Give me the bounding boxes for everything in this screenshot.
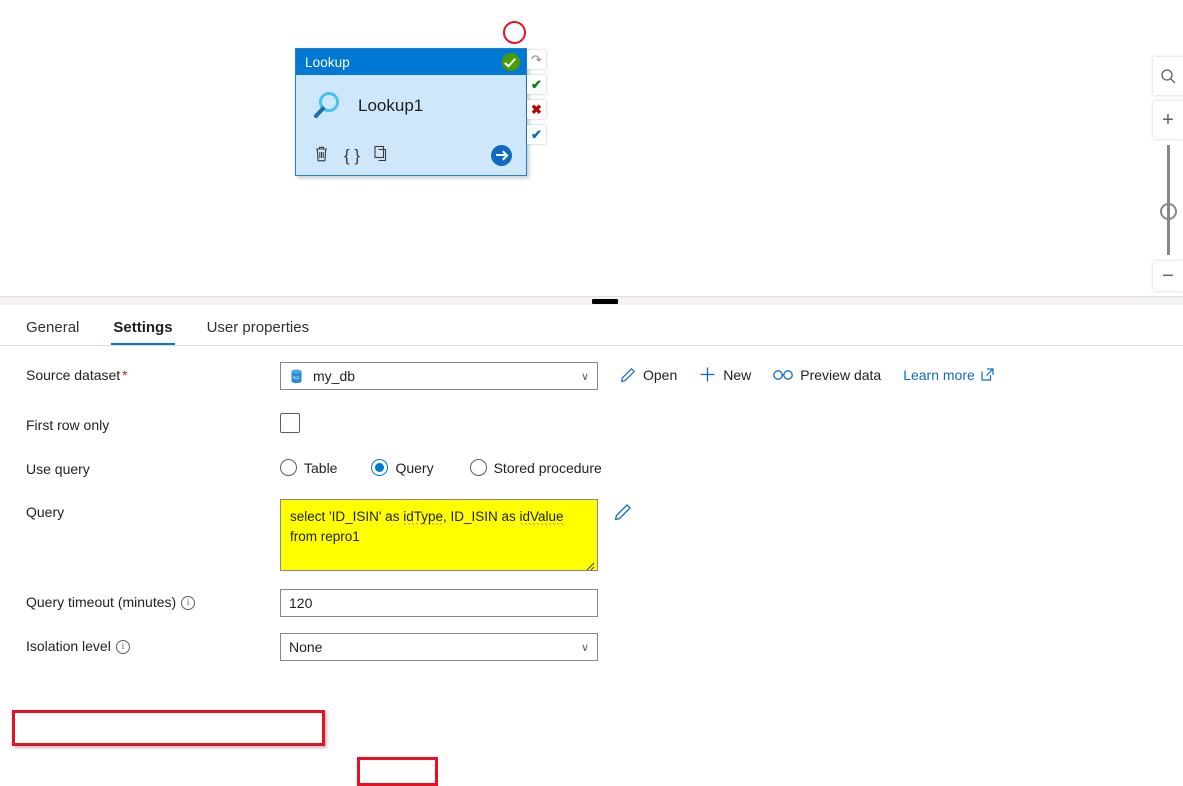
splitter-drag-handle[interactable] xyxy=(592,299,618,304)
red-rect-annotation-query-radio xyxy=(357,757,438,786)
glasses-icon xyxy=(773,368,794,381)
svg-text:SQL: SQL xyxy=(292,375,301,380)
radio-query-circle xyxy=(371,459,389,476)
plus-icon xyxy=(699,366,716,383)
tab-general[interactable]: General xyxy=(24,319,81,345)
radio-table-label: Table xyxy=(304,459,338,476)
query-label: Query xyxy=(26,504,65,520)
query-text-part1: select 'ID_ISIN' as xyxy=(290,509,404,524)
resize-grip-icon[interactable] xyxy=(584,557,595,571)
delete-activity-button[interactable] xyxy=(314,145,344,165)
source-dataset-row: Source dataset * SQL my_db ∨ Open New Pr… xyxy=(0,362,1183,390)
query-misspelled-idtype: idType xyxy=(403,509,443,525)
query-timeout-row: Query timeout (minutes) i 120 xyxy=(0,589,1183,617)
tab-user-properties[interactable]: User properties xyxy=(205,319,312,345)
query-timeout-label: Query timeout (minutes) i xyxy=(26,589,280,610)
zoom-in-button[interactable]: + xyxy=(1153,101,1183,139)
use-query-label: Use query xyxy=(26,461,90,477)
learn-more-link[interactable]: Learn more xyxy=(903,367,994,383)
radio-table[interactable]: Table xyxy=(280,459,359,476)
code-view-button[interactable]: { } xyxy=(344,147,374,164)
source-dataset-dropdown[interactable]: SQL my_db ∨ xyxy=(280,362,598,390)
activity-properties-panel: General Settings User properties Source … xyxy=(0,305,1183,786)
new-label: New xyxy=(723,366,752,383)
isolation-level-value: None xyxy=(289,639,323,655)
query-row: Query select 'ID_ISIN' as idType, ID_ISI… xyxy=(0,499,1183,571)
isolation-level-label-text: Isolation level xyxy=(26,638,111,654)
activity-dependency-buttons[interactable]: ↷ ✔ ✖ ✔ xyxy=(527,50,546,144)
radio-stored-procedure[interactable]: Stored procedure xyxy=(469,459,602,476)
query-timeout-value: 120 xyxy=(289,595,313,611)
on-completion-button[interactable]: ✔ xyxy=(527,125,546,144)
info-icon[interactable]: i xyxy=(115,640,130,654)
tab-settings[interactable]: Settings xyxy=(111,319,175,345)
preview-data-button[interactable]: Preview data xyxy=(773,367,881,383)
new-dataset-button[interactable]: New xyxy=(699,366,751,383)
isolation-level-dropdown[interactable]: None ∨ xyxy=(280,633,598,661)
red-circle-annotation xyxy=(503,21,526,44)
sql-database-icon: SQL xyxy=(289,369,304,384)
open-label: Open xyxy=(643,366,678,383)
activity-card-actions[interactable]: { } xyxy=(296,137,526,173)
source-dataset-label-text: Source dataset xyxy=(26,367,121,383)
settings-form: Source dataset * SQL my_db ∨ Open New Pr… xyxy=(0,362,1183,661)
use-query-radio-group[interactable]: Table Query Stored procedure xyxy=(280,456,608,476)
isolation-level-row: Isolation level i None ∨ xyxy=(0,633,1183,661)
on-failure-button[interactable]: ✖ xyxy=(527,100,546,119)
info-icon[interactable]: i xyxy=(181,596,196,610)
edit-query-button[interactable] xyxy=(614,499,632,526)
required-asterisk: * xyxy=(122,367,128,383)
query-timeout-label-text: Query timeout (minutes) xyxy=(26,594,177,610)
query-misspelled-idvalue: idValue xyxy=(519,509,564,525)
on-success-button[interactable]: ✔ xyxy=(527,75,546,94)
activity-type-label: Lookup xyxy=(305,54,350,70)
chevron-down-icon: ∨ xyxy=(580,641,589,654)
first-row-only-label: First row only xyxy=(26,417,110,433)
query-timeout-input[interactable]: 120 xyxy=(280,589,598,617)
open-dataset-button[interactable]: Open xyxy=(620,367,677,383)
source-dataset-value: my_db xyxy=(313,368,356,384)
pencil-icon xyxy=(620,367,636,383)
green-check-circle-icon xyxy=(502,53,520,71)
zoom-slider-track[interactable] xyxy=(1159,145,1177,255)
query-text-part2: , ID_ISIN as xyxy=(442,509,520,524)
activity-name-label: Lookup1 xyxy=(358,96,424,115)
arrow-right-button[interactable] xyxy=(491,144,512,166)
preview-data-label: Preview data xyxy=(800,366,882,383)
radio-stored-procedure-label: Stored procedure xyxy=(493,459,602,476)
lookup-activity-card[interactable]: Lookup Lookup1 { } xyxy=(295,48,527,176)
zoom-slider-thumb[interactable] xyxy=(1159,203,1177,220)
isolation-level-label: Isolation level i xyxy=(26,633,280,654)
dataset-toolbar[interactable]: Open New Preview data Learn more xyxy=(620,362,994,383)
properties-tabs[interactable]: General Settings User properties xyxy=(0,305,1183,346)
pipeline-canvas[interactable]: Lookup Lookup1 { } ↷ ✔ ✖ ✔ + − xyxy=(0,0,1183,297)
clone-activity-button[interactable] xyxy=(374,145,404,165)
first-row-only-row: First row only xyxy=(0,412,1183,433)
zoom-out-button[interactable]: − xyxy=(1153,261,1183,291)
learn-more-label: Learn more xyxy=(903,366,975,383)
radio-table-circle xyxy=(280,459,297,476)
activity-card-header: Lookup xyxy=(296,49,526,75)
external-link-icon xyxy=(981,368,994,381)
radio-stored-procedure-circle xyxy=(469,459,487,476)
magnifier-icon xyxy=(310,89,344,123)
canvas-zoom-controls[interactable]: + − xyxy=(1153,57,1183,291)
query-textarea[interactable]: select 'ID_ISIN' as idType, ID_ISIN as i… xyxy=(280,499,598,571)
use-query-row: Use query Table Query Stored procedure xyxy=(0,456,1183,477)
activity-card-body: Lookup1 xyxy=(296,75,526,137)
radio-query[interactable]: Query xyxy=(371,459,455,476)
chevron-down-icon: ∨ xyxy=(580,370,589,383)
on-skip-button[interactable]: ↷ xyxy=(527,50,546,69)
red-rect-annotation-first-row-only xyxy=(12,710,325,746)
source-dataset-label: Source dataset * xyxy=(26,362,280,383)
first-row-only-checkbox[interactable] xyxy=(280,413,300,433)
zoom-to-fit-icon[interactable] xyxy=(1153,57,1183,95)
radio-query-label: Query xyxy=(395,459,434,476)
